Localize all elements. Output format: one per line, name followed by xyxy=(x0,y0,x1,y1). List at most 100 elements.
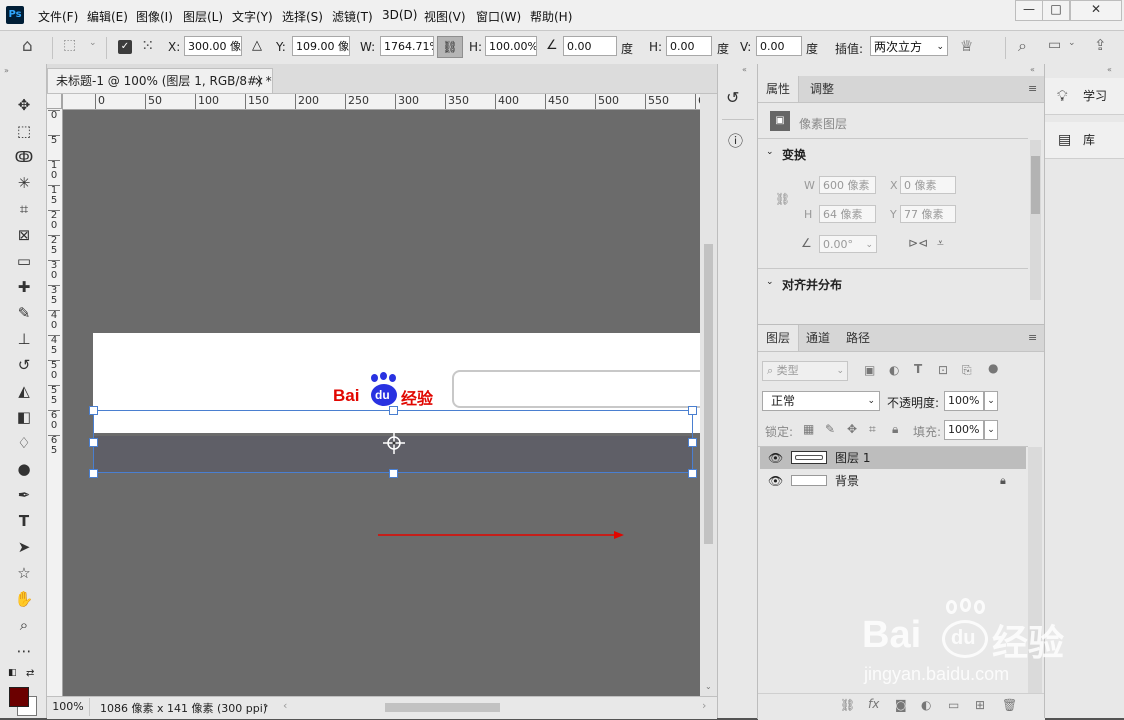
new-group-icon[interactable]: ▭ xyxy=(948,698,959,712)
frame-tool-icon[interactable]: ⊠ xyxy=(12,224,36,246)
ruler-tool-icon[interactable]: ▭ xyxy=(12,250,36,272)
hand-tool-icon[interactable]: ✋ xyxy=(12,588,36,610)
transform-chevron-icon[interactable]: ⌄ xyxy=(766,147,774,157)
hskew-input[interactable]: 0.00 xyxy=(666,36,712,56)
props-x-input[interactable]: 0 像素 xyxy=(900,176,956,194)
handle-bottom-center[interactable] xyxy=(389,469,398,478)
scroll-left-icon[interactable]: ‹ xyxy=(283,699,287,712)
x-input[interactable]: 300.00 像素 xyxy=(184,36,242,56)
strip-collapse-icon[interactable]: « xyxy=(742,65,747,74)
share-icon[interactable]: ⇪ xyxy=(1094,36,1107,54)
eraser-tool-icon[interactable]: ◭ xyxy=(12,380,36,402)
learn-panel-button[interactable]: 💡︎ 学习 xyxy=(1045,78,1124,115)
props-scroll-thumb[interactable] xyxy=(1031,156,1040,214)
handle-middle-left[interactable] xyxy=(89,438,98,447)
filter-smart-object-icon[interactable]: ⎘ xyxy=(962,363,972,378)
transform-tool-icon[interactable]: ⬚ xyxy=(63,37,76,53)
layer-row-layer1[interactable]: 👁︎ 图层 1 xyxy=(760,447,1026,469)
workspace-icon[interactable]: ▭ xyxy=(1048,37,1061,53)
search-icon[interactable]: ⌕ xyxy=(1018,36,1027,56)
handle-bottom-left[interactable] xyxy=(89,469,98,478)
horizontal-scroll-thumb[interactable] xyxy=(385,703,500,712)
path-selection-icon[interactable]: ➤ xyxy=(12,536,36,558)
handle-top-center[interactable] xyxy=(389,406,398,415)
y-input[interactable]: 109.00 像素 xyxy=(292,36,350,56)
menu-edit[interactable]: 编辑(E) xyxy=(87,8,128,25)
handle-top-left[interactable] xyxy=(89,406,98,415)
add-mask-icon[interactable]: ◙ xyxy=(895,698,907,712)
warp-icon[interactable]: ♕ xyxy=(960,37,973,55)
menu-filter[interactable]: 滤镜(T) xyxy=(332,8,373,25)
menu-layer[interactable]: 图层(L) xyxy=(183,8,223,25)
reference-point-grid-icon[interactable]: ⁙ xyxy=(141,36,154,55)
props-angle-input[interactable]: 0.00° ⌄ xyxy=(819,235,877,253)
default-colors-icon[interactable]: ◧ xyxy=(8,668,17,678)
width-input[interactable]: 1764.71% xyxy=(380,36,434,56)
filter-type-icon[interactable]: T xyxy=(914,362,922,376)
filter-toggle-icon[interactable]: ● xyxy=(988,361,998,375)
delete-layer-icon[interactable]: 🗑︎ xyxy=(1002,698,1017,712)
menu-3d[interactable]: 3D(D) xyxy=(382,8,417,22)
interpolation-select[interactable]: 两次立方 ⌄ xyxy=(870,36,948,56)
vertical-scrollbar[interactable]: ⌄ xyxy=(700,94,717,696)
document-tab[interactable]: 未标题-1 @ 100% (图层 1, RGB/8#) * × xyxy=(47,68,273,93)
healing-brush-icon[interactable]: ✚ xyxy=(12,276,36,298)
layer-filter-select[interactable]: ⌕ 类型 ⌄ xyxy=(762,361,848,381)
flip-horizontal-icon[interactable]: ⊳⊲ xyxy=(908,236,928,250)
tab-adjustments[interactable]: 调整 xyxy=(802,76,842,102)
layer-name[interactable]: 图层 1 xyxy=(835,447,870,469)
blend-mode-select[interactable]: 正常 ⌄ xyxy=(762,391,880,411)
handle-middle-right[interactable] xyxy=(688,438,697,447)
tab-layers[interactable]: 图层 xyxy=(758,325,800,351)
tab-properties[interactable]: 属性 xyxy=(758,76,800,102)
layer-row-background[interactable]: 👁︎ 背景 🔒︎ xyxy=(760,470,1026,492)
rail-collapse-icon[interactable]: « xyxy=(1107,65,1112,74)
scroll-down-icon[interactable]: ⌄ xyxy=(705,682,712,691)
shape-tool-icon[interactable]: ☆ xyxy=(12,562,36,584)
transform-section-title[interactable]: 变换 xyxy=(782,146,806,163)
lock-transparent-icon[interactable]: ▦ xyxy=(803,422,814,436)
lasso-tool-icon[interactable]: ↂ xyxy=(12,146,36,168)
brush-tool-icon[interactable]: ✎ xyxy=(12,302,36,324)
menu-type[interactable]: 文字(Y) xyxy=(232,8,273,25)
magic-wand-icon[interactable]: ✳ xyxy=(12,172,36,194)
zoom-level[interactable]: 100% xyxy=(47,698,90,716)
filter-shape-icon[interactable]: ⊡ xyxy=(938,363,948,377)
move-tool-icon[interactable]: ✥ xyxy=(12,94,36,116)
stamp-tool-icon[interactable]: ⊥ xyxy=(12,328,36,350)
blur-tool-icon[interactable]: ♢ xyxy=(12,432,36,454)
close-window-button[interactable]: ✕ xyxy=(1070,0,1122,21)
crop-tool-icon[interactable]: ⌗ xyxy=(12,198,36,220)
menu-window[interactable]: 窗口(W) xyxy=(476,8,521,25)
align-section-title[interactable]: 对齐并分布 xyxy=(782,276,842,293)
opacity-dropdown-icon[interactable]: ⌄ xyxy=(984,391,998,411)
handle-bottom-right[interactable] xyxy=(688,469,697,478)
handle-top-right[interactable] xyxy=(688,406,697,415)
history-panel-icon[interactable]: ↺ xyxy=(726,88,739,107)
collapse-arrows-icon[interactable]: » xyxy=(4,66,9,75)
menu-view[interactable]: 视图(V) xyxy=(424,8,466,25)
filter-adjustment-icon[interactable]: ◐ xyxy=(889,363,899,377)
foreground-color-swatch[interactable] xyxy=(9,687,29,707)
scroll-right-icon[interactable]: › xyxy=(702,699,706,712)
chain-link-icon[interactable]: ⛓ xyxy=(775,192,790,206)
status-menu-arrow-icon[interactable]: › xyxy=(264,699,268,712)
close-tab-icon[interactable]: × xyxy=(254,69,264,93)
height-input[interactable]: 100.00% xyxy=(485,36,537,56)
marquee-tool-icon[interactable]: ⬚ xyxy=(12,120,36,142)
menu-select[interactable]: 选择(S) xyxy=(282,8,323,25)
history-brush-icon[interactable]: ↺ xyxy=(12,354,36,376)
more-tools-icon[interactable]: ⋯ xyxy=(12,640,36,662)
adjustment-layer-icon[interactable]: ◐ xyxy=(921,698,931,712)
vskew-input[interactable]: 0.00 xyxy=(756,36,802,56)
props-collapse-icon[interactable]: « xyxy=(1030,65,1035,74)
minimize-button[interactable]: — xyxy=(1015,0,1043,21)
props-scrollbar[interactable] xyxy=(1030,140,1041,300)
layer-name[interactable]: 背景 xyxy=(835,470,859,492)
chevron-down-icon[interactable]: ⌄ xyxy=(89,38,97,48)
zoom-tool-icon[interactable]: ⌕ xyxy=(12,614,36,636)
layers-menu-icon[interactable]: ≡ xyxy=(1028,331,1037,344)
props-y-input[interactable]: 77 像素 xyxy=(900,205,956,223)
menu-image[interactable]: 图像(I) xyxy=(136,8,173,25)
tab-paths[interactable]: 路径 xyxy=(838,325,878,351)
